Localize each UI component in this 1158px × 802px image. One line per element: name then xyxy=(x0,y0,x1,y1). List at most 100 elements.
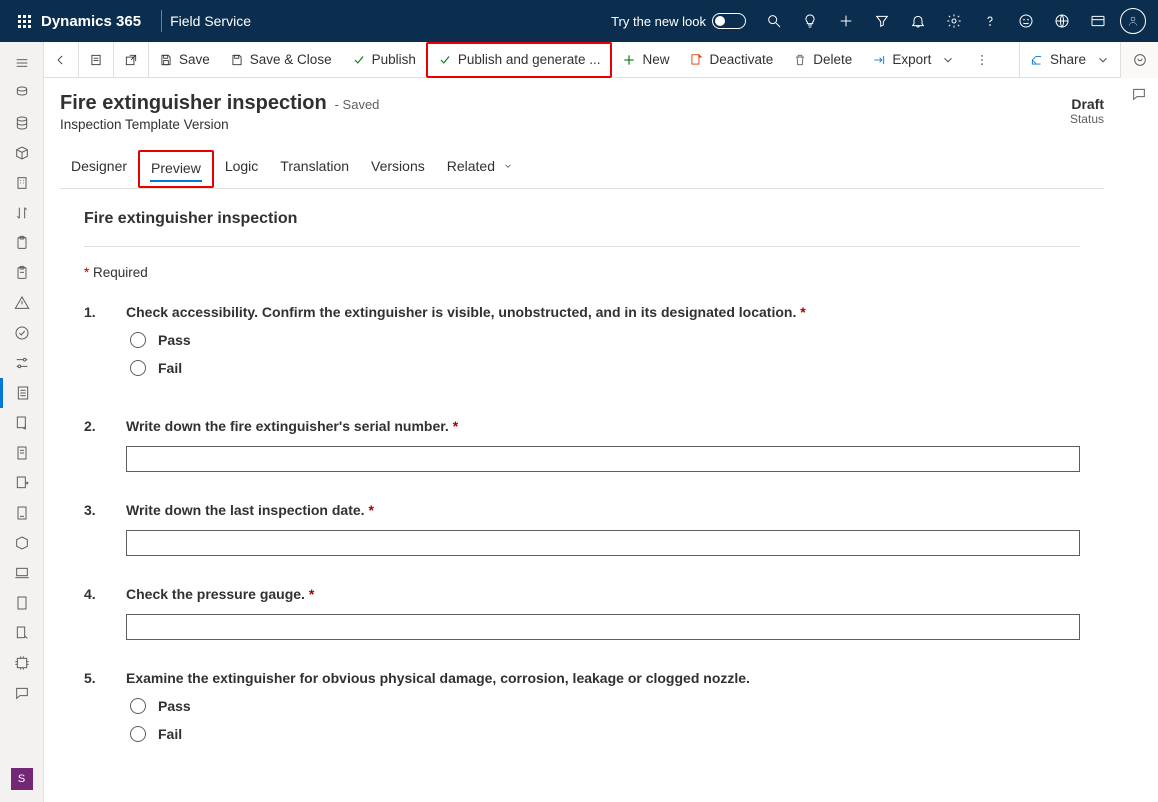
lightbulb-icon[interactable] xyxy=(792,0,828,42)
nav-document-list-icon[interactable] xyxy=(0,378,44,408)
bell-icon[interactable] xyxy=(900,0,936,42)
more-commands-button[interactable] xyxy=(965,42,999,78)
nav-box-icon[interactable] xyxy=(0,528,44,558)
search-icon[interactable] xyxy=(756,0,792,42)
nav-database-icon[interactable] xyxy=(0,108,44,138)
plus-icon[interactable] xyxy=(828,0,864,42)
content-scroll[interactable]: Fire extinguisher inspection * Required … xyxy=(44,192,1120,800)
required-legend: * Required xyxy=(84,265,1080,280)
radio-label-pass: Pass xyxy=(158,698,191,714)
nav-document-arrow-icon[interactable] xyxy=(0,408,44,438)
save-close-button[interactable]: Save & Close xyxy=(220,42,342,78)
deactivate-button[interactable]: Deactivate xyxy=(679,42,783,78)
status-value: Draft xyxy=(1070,96,1104,112)
question-5: 5. Examine the extinguisher for obvious p… xyxy=(84,670,1080,754)
globe-icon[interactable] xyxy=(1044,0,1080,42)
tab-versions[interactable]: Versions xyxy=(360,150,436,188)
divider xyxy=(161,10,162,32)
app-title: Dynamics 365 xyxy=(41,13,141,30)
command-bar: Save Save & Close Publish Publish and ge… xyxy=(44,42,1120,78)
app-launcher-icon[interactable] xyxy=(18,15,31,28)
radio-label-pass: Pass xyxy=(158,332,191,348)
tab-related[interactable]: Related xyxy=(436,150,524,188)
nav-page-icon[interactable] xyxy=(0,438,44,468)
record-set-button[interactable] xyxy=(79,42,113,78)
publish-button[interactable]: Publish xyxy=(342,42,426,78)
text-input-q2[interactable] xyxy=(126,446,1080,472)
filter-icon[interactable] xyxy=(864,0,900,42)
question-number: 3. xyxy=(84,502,102,556)
radio-fail[interactable] xyxy=(130,726,146,742)
tab-translation[interactable]: Translation xyxy=(269,150,360,188)
text-input-q4[interactable] xyxy=(126,614,1080,640)
radio-pass[interactable] xyxy=(130,698,146,714)
tab-logic[interactable]: Logic xyxy=(214,150,269,188)
nav-plugin-icon[interactable] xyxy=(0,648,44,678)
record-subtitle: Inspection Template Version xyxy=(60,117,379,132)
share-button[interactable]: Share xyxy=(1020,42,1120,78)
record-title: Fire extinguisher inspection xyxy=(60,92,327,114)
publish-generate-button[interactable]: Publish and generate ... xyxy=(426,42,613,78)
copilot-toggle[interactable] xyxy=(1120,42,1158,78)
nav-settings2-icon[interactable] xyxy=(0,348,44,378)
question-3: 3. Write down the last inspection date. * xyxy=(84,502,1080,556)
tab-preview[interactable]: Preview xyxy=(138,150,214,188)
status-label: Status xyxy=(1070,112,1104,126)
help-icon[interactable] xyxy=(972,0,1008,42)
nav-chat-icon[interactable] xyxy=(0,678,44,708)
question-1: 1. Check accessibility. Confirm the extin… xyxy=(84,304,1080,388)
nav-laptop-icon[interactable] xyxy=(0,558,44,588)
question-number: 1. xyxy=(84,304,102,388)
nav-cube-icon[interactable] xyxy=(0,138,44,168)
question-text: Examine the extinguisher for obvious phy… xyxy=(126,670,1080,686)
open-new-window-button[interactable] xyxy=(114,42,148,78)
record-header: Fire extinguisher inspection - Saved Ins… xyxy=(44,78,1120,189)
nav-doc-arrow2-icon[interactable] xyxy=(0,618,44,648)
tab-designer[interactable]: Designer xyxy=(60,150,138,188)
question-text: Write down the last inspection date. * xyxy=(126,502,1080,518)
radio-fail[interactable] xyxy=(130,360,146,376)
new-button[interactable]: New xyxy=(612,42,679,78)
question-text: Check accessibility. Confirm the extingu… xyxy=(126,304,1080,320)
export-button[interactable]: Export xyxy=(862,42,965,78)
left-nav-rail: S xyxy=(0,42,44,802)
question-2: 2. Write down the fire extinguisher's ser… xyxy=(84,418,1080,472)
panel-icon[interactable] xyxy=(1080,0,1116,42)
form-title: Fire extinguisher inspection xyxy=(84,210,1080,228)
try-new-look-label: Try the new look xyxy=(611,14,706,29)
radio-pass[interactable] xyxy=(130,332,146,348)
nav-doc3-icon[interactable] xyxy=(0,588,44,618)
text-input-q3[interactable] xyxy=(126,530,1080,556)
back-button[interactable] xyxy=(44,42,78,78)
save-button[interactable]: Save xyxy=(149,42,220,78)
question-number: 5. xyxy=(84,670,102,754)
gear-icon[interactable] xyxy=(936,0,972,42)
question-text: Check the pressure gauge. * xyxy=(126,586,1080,602)
try-new-look-toggle[interactable] xyxy=(712,13,746,29)
hamburger-icon[interactable] xyxy=(0,48,44,78)
nav-check-circle-icon[interactable] xyxy=(0,318,44,348)
nav-building-icon[interactable] xyxy=(0,168,44,198)
radio-label-fail: Fail xyxy=(158,360,182,376)
question-number: 2. xyxy=(84,418,102,472)
delete-button[interactable]: Delete xyxy=(783,42,862,78)
nav-clipboard2-icon[interactable] xyxy=(0,258,44,288)
nav-sort-icon[interactable] xyxy=(0,198,44,228)
user-avatar[interactable] xyxy=(1120,8,1146,34)
tabs: Designer Preview Logic Translation Versi… xyxy=(60,150,1104,189)
record-unsaved-indicator: - Saved xyxy=(335,97,380,112)
module-name[interactable]: Field Service xyxy=(170,13,251,29)
question-text: Write down the fire extinguisher's seria… xyxy=(126,418,1080,434)
side-chat-icon[interactable] xyxy=(1131,86,1147,105)
smiley-icon[interactable] xyxy=(1008,0,1044,42)
nav-export-doc-icon[interactable] xyxy=(0,468,44,498)
divider xyxy=(84,246,1080,247)
question-number: 4. xyxy=(84,586,102,640)
radio-label-fail: Fail xyxy=(158,726,182,742)
nav-s-badge[interactable]: S xyxy=(11,768,33,790)
nav-page2-icon[interactable] xyxy=(0,498,44,528)
nav-clipboard-icon[interactable] xyxy=(0,228,44,258)
question-4: 4. Check the pressure gauge. * xyxy=(84,586,1080,640)
nav-warning-icon[interactable] xyxy=(0,288,44,318)
nav-stack-icon[interactable] xyxy=(0,78,44,108)
